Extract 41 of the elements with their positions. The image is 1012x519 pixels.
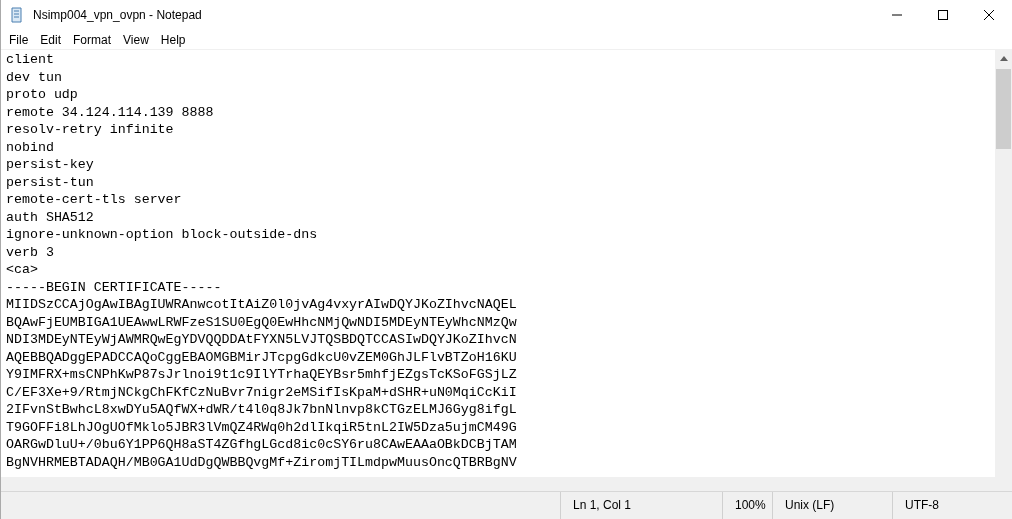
text-line: resolv-retry infinite xyxy=(6,121,175,139)
text-line: BgNVHRMEBTADAQH/MB0GA1UdDgQWBBQvgMf+ZiromjTILmdpwMuusOncQTBRBgNV xyxy=(6,453,518,471)
menu-item[interactable]: File xyxy=(3,30,35,49)
vertical-scrollbar[interactable] xyxy=(995,50,1012,477)
text-line: C/EF3Xe+9/RtmjNCkgChFKfCzNuBvr7nigr2eMSifIsKpaM+dSHR+uN0MqiCcKiI xyxy=(6,383,518,401)
text-line: auth SHA512 xyxy=(6,208,95,226)
line-endings: Unix (LF) xyxy=(772,492,892,519)
text-line: T9GOFFi8LhJOgUOfMklo5JBR3lVmQZ4RWq0h2dlIkqiR5tnL2IW5Dza5ujmCM49G xyxy=(6,418,518,436)
text-line: ignore-unknown-option block-outside-dns xyxy=(6,226,319,244)
text-line: persist-tun xyxy=(6,173,95,191)
text-line: <ca> xyxy=(6,261,39,279)
text-line: NDI3MDEyNTEyWjAWMRQwEgYDVQQDDAtFYXN5LVJTQSBDQTCCASIwDQYJKoZIhvcN xyxy=(6,331,518,349)
notepad-icon xyxy=(9,7,25,23)
scroll-up-icon[interactable] xyxy=(999,56,1008,61)
text-line: AQEBBQADggEPADCCAQoCggEBAOMGBMirJTcpgGdkcU0vZEM0GhJLFlvBTZoH16KU xyxy=(6,348,518,366)
text-line: verb 3 xyxy=(6,243,55,261)
cursor-position: Ln 1, Col 1 xyxy=(560,492,722,519)
maximize-icon[interactable] xyxy=(938,10,948,20)
text-line: BQAwFjEUMBIGA1UEAwwLRWFzeS1SU0EgQ0EwHhcNMjQwNDI5MDEyNTEyWhcNMzQw xyxy=(6,313,518,331)
menu-item[interactable]: Edit xyxy=(34,30,68,49)
text-line: client xyxy=(6,51,55,69)
menu-item[interactable]: Format xyxy=(67,30,118,49)
window-title: Nsimp004_vpn_ovpn - Notepad xyxy=(33,8,203,22)
close-icon[interactable] xyxy=(984,10,994,20)
encoding: UTF-8 xyxy=(892,492,1012,519)
zoom-level: 100% xyxy=(722,492,772,519)
text-line: dev tun xyxy=(6,68,63,86)
text-line: nobind xyxy=(6,138,55,156)
text-line: remote 34.124.114.139 8888 xyxy=(6,103,215,121)
text-line: Y9IMFRX+msCNPhKwP87sJrlnoi9t1c9IlYTrhaQEYBsr5mhfjEZgsTcKSoFGSjLZ xyxy=(6,366,518,384)
horizontal-scrollbar[interactable] xyxy=(1,477,1012,491)
text-line: OARGwDluU+/0bu6Y1PP6QH8aST4ZGfhgLGcd8ic0cSY6ru8CAwEAAaOBkDCBjTAM xyxy=(6,436,518,454)
text-line: -----BEGIN CERTIFICATE----- xyxy=(6,278,223,296)
text-line: persist-key xyxy=(6,156,95,174)
menu-item[interactable]: Help xyxy=(154,30,192,49)
menu-item[interactable]: View xyxy=(117,30,155,49)
scrollbar-thumb[interactable] xyxy=(996,69,1011,149)
text-line: 2IFvnStBwhcL8xwDYu5AQfWX+dWR/t4l0q8Jk7bnNlnvp8kCTGzELMJ6Gyg8ifgL xyxy=(6,401,518,419)
text-line: MIIDSzCCAjOgAwIBAgIUWRAnwcotItAiZ0l0jvAg4vxyrAIwDQYJKoZIhvcNAQEL xyxy=(6,296,518,314)
text-line: remote-cert-tls server xyxy=(6,191,183,209)
text-line: proto udp xyxy=(6,86,79,104)
